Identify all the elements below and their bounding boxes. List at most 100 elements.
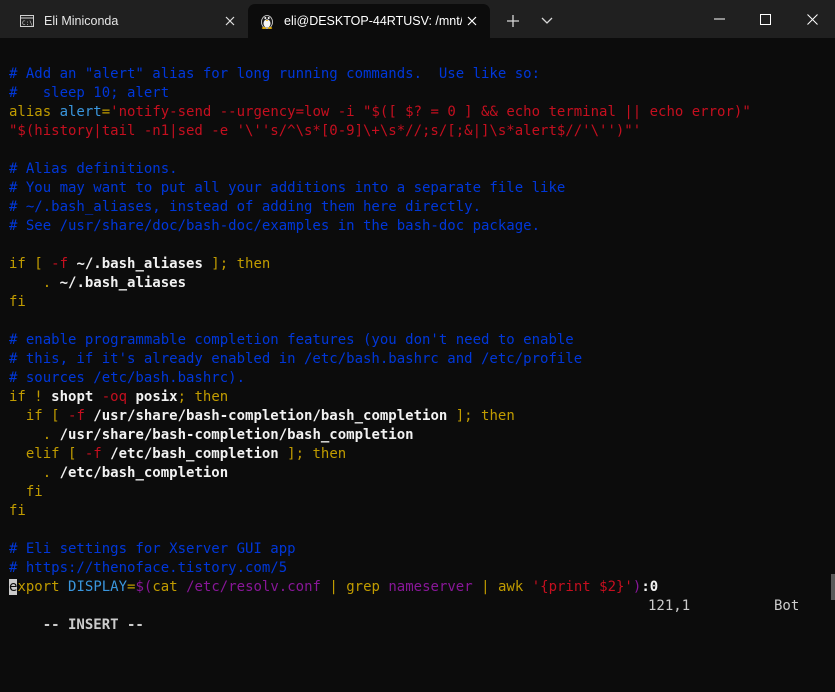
code-line: elif [ -f /etc/bash_completion ]; then (9, 445, 751, 464)
tab-eli-miniconda[interactable]: C:\ Eli Miniconda (8, 4, 248, 38)
code-line: export DISPLAY=$(cat /etc/resolv.conf | … (9, 578, 751, 597)
code-token: -f (51, 256, 69, 272)
code-token: /usr/share/bash-completion/bash_completi… (84, 408, 448, 424)
code-line: # You may want to put all your additions… (9, 179, 751, 198)
close-icon[interactable] (789, 0, 835, 38)
vim-buffer[interactable]: # Add an "alert" alias for long running … (9, 65, 751, 597)
code-token: ~/.bash_aliases (51, 275, 187, 291)
code-token: $( (135, 579, 153, 595)
plus-icon[interactable] (500, 8, 526, 34)
code-token: :0 (641, 579, 659, 595)
code-line: . /etc/bash_completion (9, 464, 751, 483)
code-token: # https://thenoface.tistory.com/5 (9, 560, 288, 576)
code-token: # Alias definitions. (9, 161, 178, 177)
minimize-icon[interactable] (696, 0, 742, 38)
code-token: if (9, 389, 26, 405)
code-token: /etc/bash_completion (51, 465, 229, 481)
code-token: | (481, 579, 490, 595)
tab-bar: C:\ Eli Miniconda eli@DESKTOP-44RTUSV: /… (0, 0, 835, 38)
maximize-icon[interactable] (742, 0, 788, 38)
code-line: . ~/.bash_aliases (9, 274, 751, 293)
code-token: if (9, 256, 26, 272)
code-token: cat (152, 579, 178, 595)
code-token: . (42, 427, 52, 443)
code-token: ~/.bash_aliases (68, 256, 203, 272)
tab-linux-shell[interactable]: eli@DESKTOP-44RTUSV: /mnt/ (248, 4, 490, 38)
code-token: alert (59, 104, 102, 120)
code-token: shopt (51, 389, 94, 405)
code-line: # this, if it's already enabled in /etc/… (9, 350, 751, 369)
code-token: -f (68, 408, 85, 424)
code-token: /etc/bash_completion (101, 446, 279, 462)
code-token: fi (9, 294, 26, 310)
code-line: # https://thenoface.tistory.com/5 (9, 559, 751, 578)
code-token: # Eli settings for Xserver GUI app (9, 541, 296, 557)
code-line: # Alias definitions. (9, 160, 751, 179)
code-line: # Eli settings for Xserver GUI app (9, 540, 751, 559)
close-tab-icon[interactable] (462, 11, 482, 31)
svg-text:C:\: C:\ (22, 20, 33, 27)
code-token: then (236, 256, 271, 272)
code-token: = (101, 104, 111, 120)
cmd-icon: C:\ (20, 15, 34, 27)
code-line: . /usr/share/bash-completion/bash_comple… (9, 426, 751, 445)
terminal-viewport[interactable]: # Add an "alert" alias for long running … (0, 38, 835, 633)
code-line: # sleep 10; alert (9, 84, 751, 103)
code-token: # Add an "alert" alias for long running … (9, 66, 541, 82)
code-token: if (25, 408, 43, 424)
code-line: if [ -f ~/.bash_aliases ]; then (9, 255, 751, 274)
code-token: then (481, 408, 515, 424)
code-line: if ! shopt -oq posix; then (9, 388, 751, 407)
scroll-position: Bot (774, 598, 800, 614)
tab-label: Eli Miniconda (44, 14, 119, 28)
code-token: awk (497, 579, 524, 595)
code-line: # enable programmable completion feature… (9, 331, 751, 350)
tab-label: eli@DESKTOP-44RTUSV: /mnt/ (284, 14, 462, 28)
code-token: ]; (447, 408, 482, 424)
code-token: 'notify-send --urgency=low -i "$([ $? = … (110, 104, 751, 120)
code-line: # See /usr/share/doc/bash-doc/examples i… (9, 217, 751, 236)
code-token: DISPLAY (68, 579, 128, 595)
code-token: elif (25, 446, 60, 462)
linux-penguin-icon (260, 13, 274, 29)
code-token: fi (25, 484, 43, 500)
code-line: alias alert='notify-send --urgency=low -… (9, 103, 751, 122)
code-token: ! (25, 389, 52, 405)
code-token: grep (346, 579, 380, 595)
code-token: xport (17, 579, 60, 595)
code-token: then (194, 389, 229, 405)
code-token: /etc/resolv.conf (177, 579, 330, 595)
code-token: fi (9, 503, 26, 519)
close-tab-icon[interactable] (220, 11, 240, 31)
code-line: if [ -f /usr/share/bash-completion/bash_… (9, 407, 751, 426)
code-token: -f (84, 446, 102, 462)
code-token: posix (135, 389, 178, 405)
code-token: /usr/share/bash-completion/bash_completi… (51, 427, 414, 443)
code-token: # See /usr/share/doc/bash-doc/examples i… (9, 218, 541, 234)
code-token: . (42, 465, 52, 481)
code-token: [ (59, 446, 85, 462)
code-token: # sleep 10; alert (9, 85, 170, 101)
code-token: '{print $2}' (531, 579, 633, 595)
code-token: alias (9, 104, 60, 120)
chevron-down-icon[interactable] (534, 8, 560, 34)
code-token: -oq (93, 389, 136, 405)
scrollbar-thumb[interactable] (831, 574, 835, 600)
code-line: fi (9, 483, 751, 502)
code-token: # ~/.bash_aliases, instead of adding the… (9, 199, 482, 215)
code-token: # sources /etc/bash.bashrc). (9, 370, 246, 386)
code-token: [ (42, 408, 69, 424)
code-token: ]; (278, 446, 313, 462)
code-line: "$(history|tail -n1|sed -e '\''s/^\s*[0-… (9, 122, 751, 141)
